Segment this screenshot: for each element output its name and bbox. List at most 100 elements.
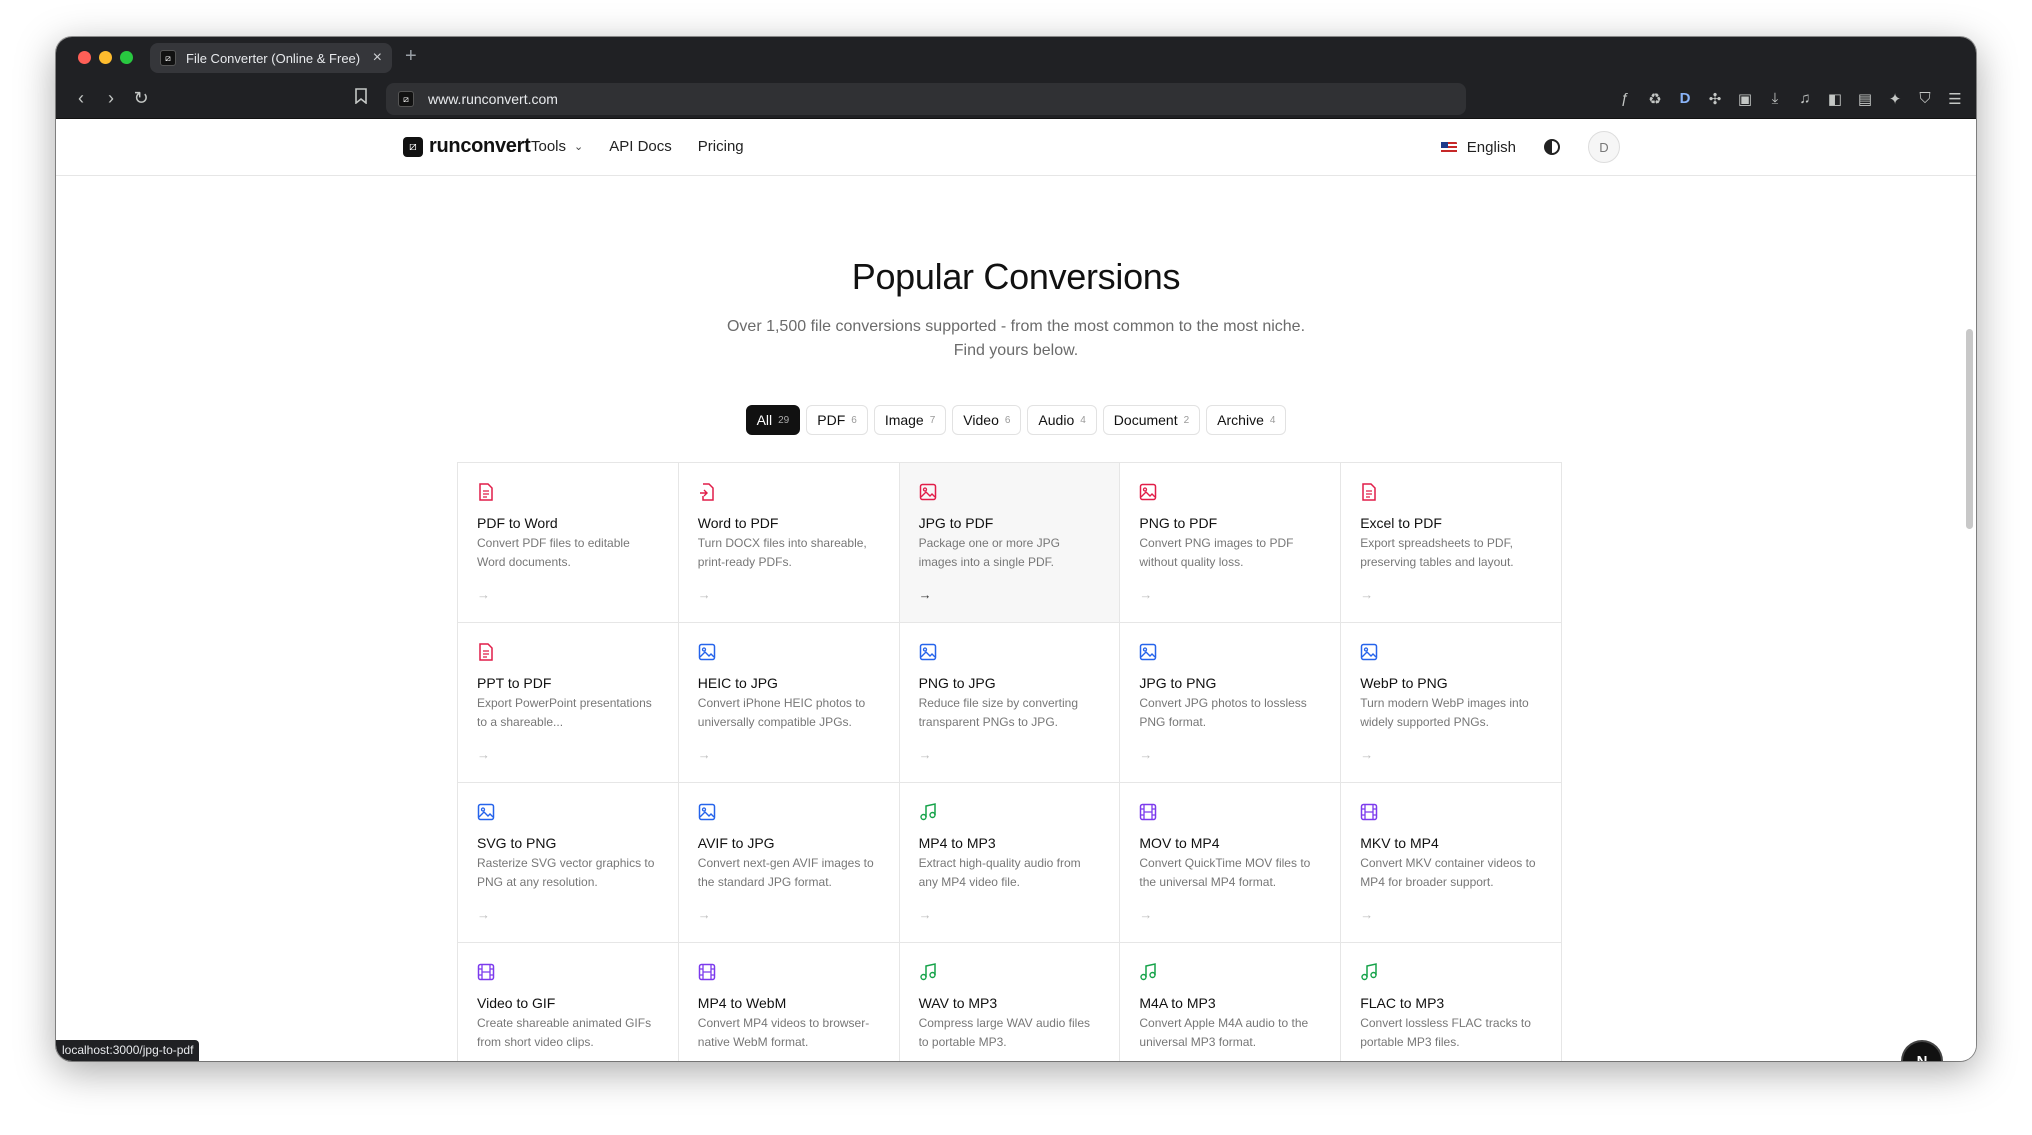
music-icon[interactable]: ♫: [1796, 90, 1814, 107]
card-description: Convert iPhone HEIC photos to universall…: [697, 696, 866, 729]
dashlane-icon[interactable]: D: [1676, 90, 1694, 107]
image-icon: [1139, 643, 1157, 661]
conversion-card[interactable]: WebP to PNG Turn modern WebP images into…: [1341, 623, 1562, 783]
arrow-right-icon: →: [477, 587, 490, 602]
close-window-button[interactable]: [78, 51, 91, 64]
arrow-right-icon: →: [697, 587, 711, 602]
image-icon: [1139, 483, 1157, 501]
conversion-card[interactable]: PPT to PDF Export PowerPoint presentatio…: [458, 623, 679, 783]
conversion-card[interactable]: FLAC to MP3 Convert lossless FLAC tracks…: [1341, 943, 1562, 1061]
filter-label: Archive: [1217, 412, 1264, 428]
wallet-icon[interactable]: ▤: [1856, 90, 1874, 108]
conversion-card[interactable]: PDF to Word Convert PDF files to editabl…: [458, 463, 679, 623]
conversion-card[interactable]: WAV to MP3 Compress large WAV audio file…: [899, 943, 1121, 1061]
maximize-window-button[interactable]: [120, 51, 133, 64]
conversion-card[interactable]: Excel to PDF Export spreadsheets to PDF,…: [1341, 463, 1562, 623]
nav-api-docs[interactable]: API Docs: [609, 138, 672, 155]
menu-icon[interactable]: ☰: [1946, 90, 1964, 108]
card-title: HEIC to JPG: [697, 675, 778, 691]
filter-video[interactable]: Video 6: [952, 405, 1022, 435]
conversion-card[interactable]: PNG to PDF Convert PNG images to PDF wit…: [1120, 463, 1342, 623]
close-tab-icon[interactable]: ×: [373, 49, 382, 67]
card-title: PNG to PDF: [1139, 515, 1218, 531]
arrow-right-icon: →: [1360, 747, 1374, 762]
nav-tools-label: Tools: [531, 138, 567, 155]
scrollbar-thumb[interactable]: [1966, 329, 1973, 529]
bookmark-icon[interactable]: [354, 88, 368, 109]
filter-all[interactable]: All 29: [745, 405, 801, 435]
conversion-card[interactable]: MP4 to MP3 Extract high-quality audio fr…: [899, 783, 1121, 943]
download-icon[interactable]: ⤓: [1766, 90, 1784, 107]
image-icon: [919, 483, 937, 501]
site-info-icon[interactable]: ⧄: [398, 91, 414, 107]
filter-label: Document: [1113, 412, 1178, 428]
arrow-right-icon: →: [697, 747, 711, 762]
arrow-right-icon: →: [1139, 587, 1153, 602]
hero: Popular Conversions Over 1,500 file conv…: [56, 256, 1976, 363]
screenshot-icon[interactable]: ▣: [1736, 90, 1754, 108]
card-title: PNG to JPG: [918, 675, 996, 691]
browser-tab[interactable]: ⧄ File Converter (Online & Free) ×: [150, 43, 392, 73]
site-favicon-icon: ⧄: [160, 50, 176, 66]
card-description: Convert Apple M4A audio to the universal…: [1139, 1016, 1309, 1049]
filter-count: 2: [1183, 414, 1190, 426]
filter-label: Image: [884, 412, 924, 428]
arrow-right-icon: →: [697, 907, 711, 922]
card-description: Export PowerPoint presentations to a sha…: [477, 696, 652, 729]
nav-tools[interactable]: Tools ⌄: [531, 138, 583, 155]
reload-icon[interactable]: ↻: [126, 88, 156, 109]
nav-pricing[interactable]: Pricing: [698, 138, 744, 155]
filter-pdf[interactable]: PDF 6: [806, 405, 868, 435]
address-bar[interactable]: ⧄ www.runconvert.com: [386, 83, 1466, 115]
tab-bar: ⧄ File Converter (Online & Free) × +: [56, 37, 1976, 78]
card-description: Convert lossless FLAC tracks to portable…: [1360, 1016, 1531, 1049]
sidebar-icon[interactable]: ◧: [1826, 90, 1844, 108]
filter-document[interactable]: Document 2: [1102, 405, 1201, 435]
card-description: Convert PNG images to PDF without qualit…: [1139, 536, 1294, 569]
card-description: Turn modern WebP images into widely supp…: [1360, 696, 1529, 729]
shield-icon[interactable]: ⛉: [1916, 90, 1934, 107]
filter-label: PDF: [817, 412, 846, 428]
conversion-card[interactable]: HEIC to JPG Convert iPhone HEIC photos t…: [678, 623, 900, 783]
language-selector[interactable]: English: [1440, 139, 1516, 156]
new-tab-icon[interactable]: +: [405, 45, 417, 68]
conversion-card[interactable]: MOV to MP4 Convert QuickTime MOV files t…: [1120, 783, 1342, 943]
function-icon[interactable]: ƒ: [1616, 90, 1634, 107]
card-title: PDF to Word: [477, 515, 558, 531]
forward-icon[interactable]: ›: [96, 88, 126, 109]
filter-audio[interactable]: Audio 4: [1027, 405, 1097, 435]
back-icon[interactable]: ‹: [66, 88, 96, 109]
nextjs-dev-badge[interactable]: N: [1903, 1042, 1941, 1061]
conversion-card[interactable]: PNG to JPG Reduce file size by convertin…: [899, 623, 1121, 783]
window-controls: [78, 51, 133, 64]
arrow-right-icon: →: [918, 587, 932, 602]
conversion-card[interactable]: SVG to PNG Rasterize SVG vector graphics…: [458, 783, 679, 943]
recycle-icon[interactable]: ♻: [1646, 90, 1664, 108]
conversion-card[interactable]: M4A to MP3 Convert Apple M4A audio to th…: [1120, 943, 1342, 1061]
chevron-down-icon: ⌄: [574, 141, 584, 153]
conversion-card[interactable]: AVIF to JPG Convert next-gen AVIF images…: [678, 783, 900, 943]
conversion-card[interactable]: JPG to PNG Convert JPG photos to lossles…: [1120, 623, 1342, 783]
conversion-card[interactable]: Video to GIF Create shareable animated G…: [458, 943, 679, 1061]
puzzle-icon[interactable]: ✣: [1706, 90, 1724, 108]
conversion-card[interactable]: MKV to MP4 Convert MKV container videos …: [1341, 783, 1562, 943]
card-description: Convert MKV container videos to MP4 for …: [1360, 856, 1536, 889]
theme-toggle-icon[interactable]: [1544, 139, 1560, 155]
arrow-right-icon: →: [1360, 587, 1374, 602]
conversion-card[interactable]: MP4 to WebM Convert MP4 videos to browse…: [678, 943, 900, 1061]
avatar[interactable]: D: [1588, 131, 1620, 163]
card-title: Word to PDF: [697, 515, 779, 531]
image-icon: [477, 803, 495, 821]
sparkle-icon[interactable]: ✦: [1886, 90, 1904, 108]
minimize-window-button[interactable]: [99, 51, 112, 64]
filter-archive[interactable]: Archive 4: [1206, 405, 1287, 435]
conversion-card[interactable]: JPG to PDF Package one or more JPG image…: [899, 463, 1121, 623]
filter-image[interactable]: Image 7: [873, 405, 947, 435]
card-title: MKV to MP4: [1360, 835, 1439, 851]
file-text-icon: [1360, 483, 1378, 501]
logo[interactable]: ⧄ runconvert: [403, 135, 531, 158]
conversion-card[interactable]: Word to PDF Turn DOCX files into shareab…: [678, 463, 900, 623]
arrow-right-icon: →: [1139, 747, 1153, 762]
file-export-icon: [698, 483, 716, 501]
card-title: MP4 to MP3: [918, 835, 996, 851]
